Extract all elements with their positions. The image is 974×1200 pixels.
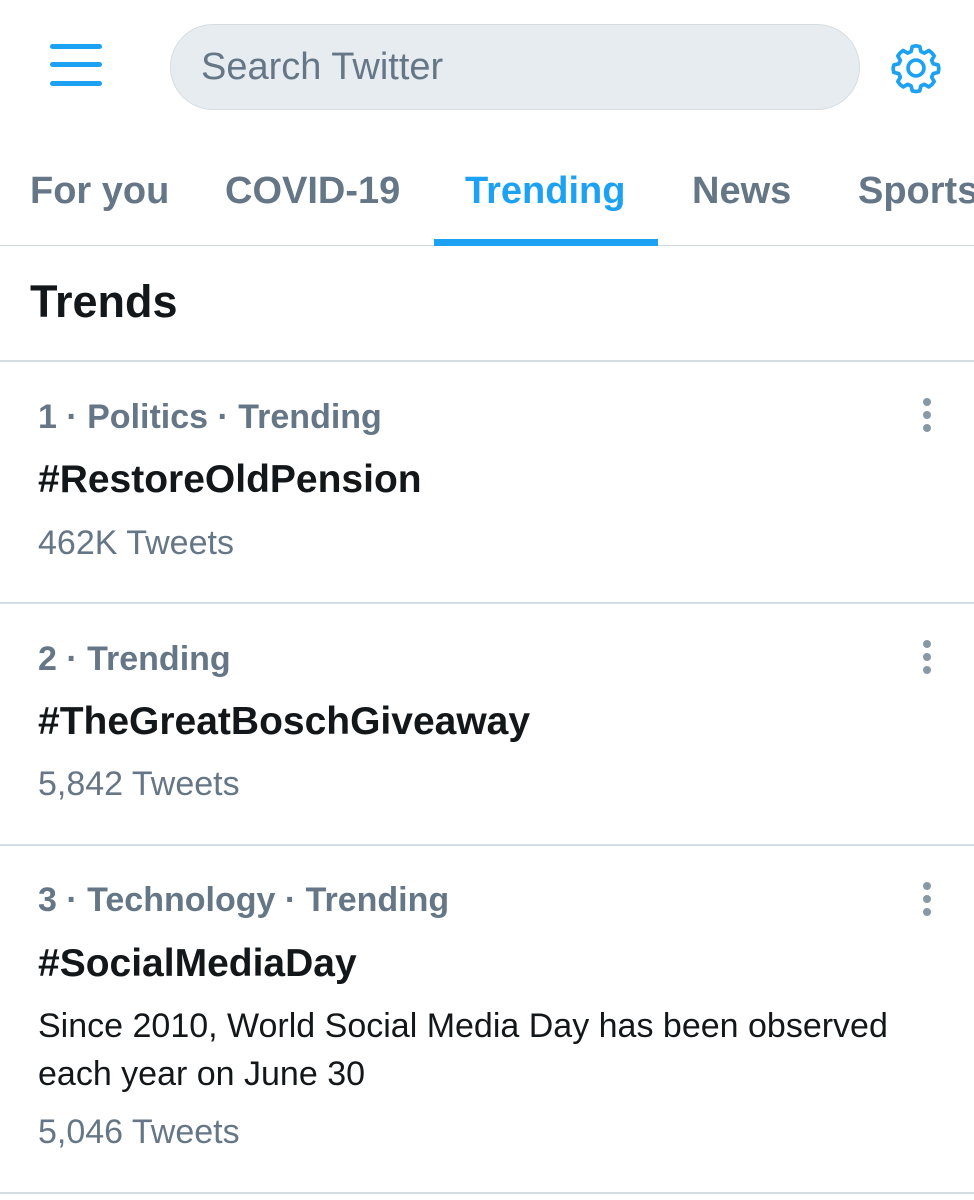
trend-name: #SocialMediaDay (38, 942, 357, 985)
tab-sports[interactable]: Sports (858, 135, 974, 245)
trend-description: Since 2010, World Social Media Day has b… (38, 1007, 888, 1093)
trend-meta: 1 · Politics · Trending (38, 398, 382, 436)
divider (0, 1192, 974, 1194)
trend-item[interactable]: 2 · Trending #TheGreatBoschGiveaway 5,84… (0, 604, 974, 844)
more-vertical-icon[interactable] (916, 882, 938, 918)
hamburger-menu-icon[interactable] (50, 42, 102, 90)
trend-meta: 2 · Trending (38, 640, 231, 678)
trend-name: #TheGreatBoschGiveaway (38, 700, 531, 743)
explore-tabs: For you COVID-19 Trending News Sports (0, 135, 974, 246)
tab-for-you[interactable]: For you (30, 135, 169, 245)
trend-name: #RestoreOldPension (38, 458, 422, 501)
trend-tweet-count: 5,842 Tweets (38, 765, 240, 803)
search-input[interactable] (201, 45, 859, 89)
tab-news[interactable]: News (692, 135, 791, 245)
section-title: Trends (30, 276, 178, 327)
tab-trending[interactable]: Trending (465, 135, 625, 245)
trend-item[interactable]: 1 · Politics · Trending #RestoreOldPensi… (0, 362, 974, 602)
search-bar[interactable] (170, 24, 860, 110)
trend-tweet-count: 5,046 Tweets (38, 1113, 240, 1151)
trend-meta: 3 · Technology · Trending (38, 881, 450, 919)
gear-icon[interactable] (888, 40, 944, 96)
active-tab-indicator (434, 239, 658, 246)
top-bar (0, 0, 974, 135)
trend-tweet-count: 462K Tweets (38, 524, 234, 562)
trend-item[interactable]: 3 · Technology · Trending #SocialMediaDa… (0, 846, 974, 1192)
more-vertical-icon[interactable] (916, 640, 938, 676)
more-vertical-icon[interactable] (916, 398, 938, 434)
tab-covid-19[interactable]: COVID-19 (225, 135, 400, 245)
